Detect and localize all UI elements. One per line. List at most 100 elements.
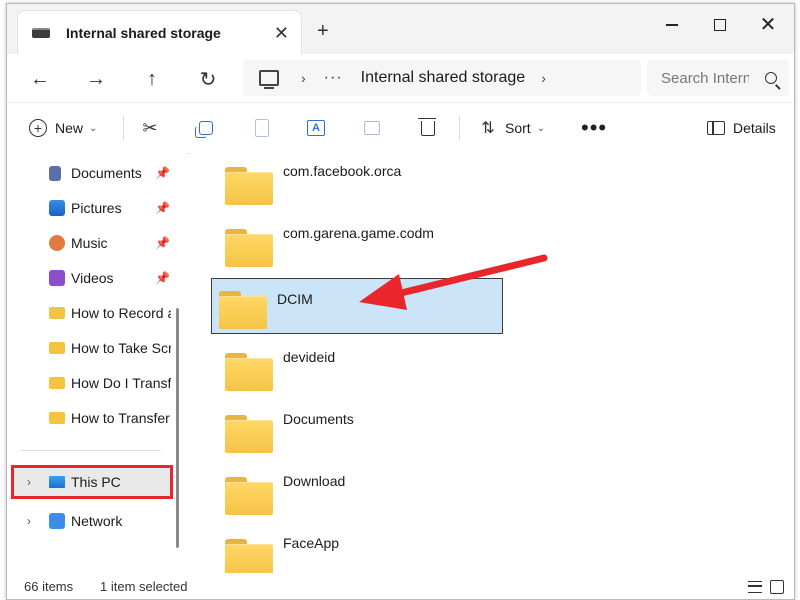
sort-icon: ⇅ [481,120,495,137]
sidebar-item-label: Network [71,513,123,529]
sidebar-item-videos[interactable]: Videos 📌 [7,263,177,293]
sort-label: Sort [505,120,531,136]
sidebar-item-label: How to Transfer [71,410,170,426]
up-button[interactable]: ↑ [137,64,167,94]
sidebar-item-label: This PC [71,474,121,490]
refresh-button[interactable]: ↻ [193,64,223,94]
title-bar: Internal shared storage ✕ + ✕ [7,4,794,54]
file-name: devideid [283,349,336,365]
list-item[interactable]: devideid [211,339,503,395]
file-name: Download [283,473,346,489]
forward-button[interactable]: → [81,64,111,94]
folder-icon [225,229,273,267]
sidebar-item-folder[interactable]: How to Take Scr [7,333,177,363]
network-icon [49,513,65,529]
add-icon: + [29,119,47,137]
sidebar-item-music[interactable]: Music 📌 [7,228,177,258]
toolbar-divider [123,115,124,141]
sort-button[interactable]: ⇅ Sort ⌄ [479,115,545,141]
file-name: com.facebook.orca [283,163,402,179]
cut-button[interactable]: ✂ [141,115,159,141]
list-item[interactable]: Documents [211,401,503,457]
sidebar-item-folder[interactable]: How to Record a [7,298,177,328]
sidebar-item-folder[interactable]: How Do I Transf [7,368,177,398]
share-button[interactable] [363,115,381,141]
new-button[interactable]: + New ⌄ [29,115,97,141]
pictures-icon [49,200,65,216]
breadcrumb-current[interactable]: Internal shared storage [361,69,526,87]
maximize-icon [714,19,726,31]
trash-icon [418,117,436,136]
selection-count: 1 item selected [100,579,188,594]
folder-icon [225,167,273,205]
rename-button[interactable]: A [307,115,325,141]
scissors-icon: ✂ [142,117,158,138]
paste-button[interactable] [253,115,271,141]
tab-close-icon[interactable]: ✕ [274,23,289,44]
documents-icon [49,165,61,181]
file-name: FaceApp [283,535,340,551]
sidebar-item-pictures[interactable]: Pictures 📌 [7,193,177,223]
details-pane-icon [707,121,725,135]
pin-icon[interactable]: 📌 [155,271,170,285]
folder-icon [219,291,267,329]
copy-button[interactable] [195,115,215,141]
sidebar-item-label: How to Take Scr [71,340,171,356]
search-input[interactable] [659,68,751,88]
maximize-button[interactable] [705,10,735,40]
breadcrumb-separator[interactable]: › [301,70,306,86]
sidebar-item-label: How Do I Transf [71,375,171,391]
sidebar-item-label: How to Record a [71,305,171,321]
delete-button[interactable] [418,115,437,141]
file-name: Documents [283,411,354,427]
arrow-up-icon: ↑ [147,67,157,90]
rename-icon: A [307,120,325,136]
search-icon [765,72,777,84]
sidebar-item-this-pc[interactable]: › This PC [7,467,177,497]
details-button[interactable]: Details [707,115,776,141]
more-icon: ••• [581,115,608,140]
chevron-down-icon: ⌄ [89,122,98,134]
navigation-pane: Documents 📌 Pictures 📌 Music 📌 Videos 📌 … [7,153,187,573]
list-item[interactable]: com.facebook.orca [211,153,503,209]
refresh-icon: ↻ [199,68,217,91]
list-item[interactable]: Download [211,463,503,519]
tab-internal-shared-storage[interactable]: Internal shared storage ✕ [17,10,302,54]
music-icon [49,235,65,251]
pin-icon[interactable]: 📌 [155,166,170,180]
clipboard-icon [255,119,269,137]
breadcrumb-overflow[interactable]: ··· [324,69,343,87]
pin-icon[interactable]: 📌 [155,236,170,250]
minimize-icon [666,24,678,26]
copy-icon [195,121,213,138]
annotation-arrow-icon [359,254,548,310]
computer-icon [259,70,279,89]
tiles-view-icon[interactable] [770,580,784,594]
search-box[interactable] [647,60,789,96]
sidebar-item-documents[interactable]: Documents 📌 [7,158,177,188]
file-name: com.garena.game.codm [283,225,434,241]
share-icon [364,121,380,135]
sidebar-scrollbar[interactable] [176,308,179,548]
breadcrumb-separator[interactable]: › [541,70,546,86]
folder-icon [225,539,273,577]
file-explorer-window: Internal shared storage ✕ + ✕ ← → ↑ ↻ › [6,3,795,600]
sidebar-item-network[interactable]: › Network [7,506,177,536]
back-button[interactable]: ← [25,64,55,94]
chevron-right-icon[interactable]: › [27,475,31,489]
more-options-button[interactable]: ••• [581,115,607,141]
new-label: New [55,120,84,136]
chevron-right-icon[interactable]: › [27,514,31,528]
minimize-button[interactable] [657,10,687,40]
new-tab-button[interactable]: + [317,20,329,43]
this-pc-icon [49,476,65,488]
folder-icon [49,377,65,389]
close-window-button[interactable]: ✕ [753,10,783,40]
status-bar: 66 items 1 item selected [7,573,794,599]
address-bar[interactable]: › ··· Internal shared storage › [243,60,641,96]
details-view-icon[interactable] [748,581,762,593]
folder-icon [49,412,65,424]
pin-icon[interactable]: 📌 [155,201,170,215]
navigation-bar: ← → ↑ ↻ › ··· Internal shared storage › [7,54,794,102]
sidebar-item-folder[interactable]: How to Transfer [7,403,177,433]
